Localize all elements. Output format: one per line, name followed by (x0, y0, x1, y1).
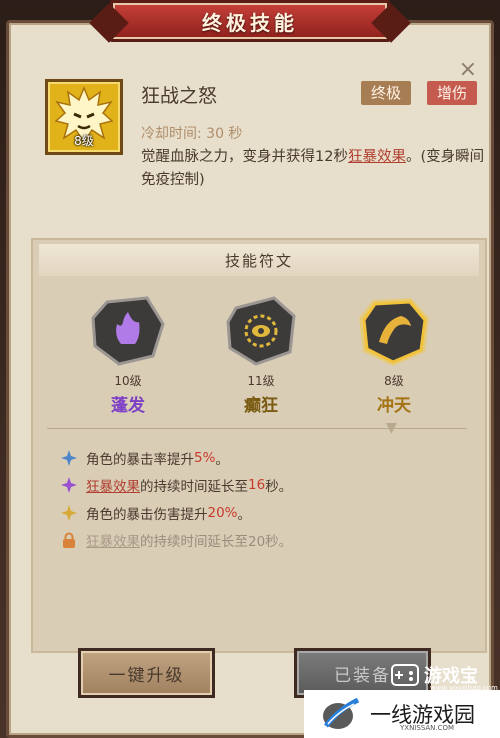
effect-text: 角色的暴击率提升 (86, 452, 194, 468)
rune-level: 8级 (384, 374, 404, 388)
effect-text: 的持续时间延长至 (140, 479, 248, 495)
lock-icon (63, 532, 75, 548)
effect-text-end: 。 (215, 452, 229, 468)
effect-row-3: 角色的暴击伤害提升 20%。 (61, 501, 251, 525)
chevron-down-icon: ▼ (386, 420, 397, 436)
close-icon[interactable]: × (459, 57, 477, 82)
rune-item-2[interactable]: 11级 癫狂 (216, 294, 306, 416)
blue-star-icon (61, 450, 77, 466)
rune-name: 冲天 (377, 396, 411, 416)
effect-value: 5% (194, 450, 216, 466)
rune-name: 蓬发 (111, 396, 145, 416)
effect-text-end: 。 (237, 507, 252, 523)
tag-damage-boost: 增伤 (427, 81, 478, 105)
effect-row-4-locked: 狂暴效果 的持续时间延长至20秒。 (61, 528, 292, 552)
rising-wave-icon (359, 298, 429, 366)
rune-level: 11级 (247, 374, 275, 388)
watermark-sub-text: YXNISSAN.COM (400, 724, 455, 732)
rune-item-1[interactable]: 10级 蓬发 (83, 294, 173, 416)
tag-ultimate: 终极 (361, 81, 412, 105)
effect-text: 角色的暴击伤害提升 (86, 507, 208, 523)
rage-effect-link[interactable]: 狂暴效果 (86, 530, 140, 550)
gamepad-logo-icon (391, 664, 419, 686)
effect-row-1: 角色的暴击率提升 5%。 (61, 446, 229, 470)
effect-row-2: 狂暴效果 的持续时间延长至 16 秒。 (61, 473, 292, 497)
effect-value: 16 (248, 477, 266, 493)
gold-star-icon (61, 505, 77, 521)
skill-name: 狂战之怒 (141, 85, 218, 107)
skill-level: 8级 (74, 134, 94, 148)
golden-eye-icon (226, 296, 296, 366)
skill-icon[interactable]: 8级 (45, 79, 123, 155)
rune-section: 技能符文 10级 蓬发 11级 癫狂 8级 冲天 ▼ 角色的暴击率提升 5% 。… (31, 238, 487, 653)
rune-section-header: 技能符文 (39, 244, 479, 276)
effect-value: 20% (207, 505, 238, 521)
skill-dialog: × 8级 狂战之怒 终极 增伤 冷却时间: 30 秒 觉醒血脉之力，变身并获得1… (6, 20, 494, 738)
effect-text: 的持续时间延长至20秒。 (140, 534, 293, 550)
rage-effect-link[interactable]: 狂暴效果 (348, 149, 406, 165)
skill-description: 觉醒血脉之力，变身并获得12秒狂暴效果。(变身瞬间免疫控制) (141, 146, 486, 192)
rune-name: 癫狂 (244, 396, 278, 416)
yixian-logo-icon (323, 697, 360, 729)
cooldown-text: 冷却时间: 30 秒 (141, 126, 243, 142)
dialog-title-banner: 终极技能 (110, 0, 390, 42)
purple-flame-icon (91, 296, 165, 366)
desc-text-1: 觉醒血脉之力，变身并获得12秒 (141, 149, 348, 165)
purple-star-icon (61, 477, 77, 493)
rage-effect-link[interactable]: 狂暴效果 (86, 475, 140, 495)
rune-level: 10级 (114, 374, 142, 388)
rune-item-3[interactable]: 8级 冲天 (349, 294, 439, 416)
dialog-title: 终极技能 (202, 10, 298, 35)
one-click-upgrade-button[interactable]: 一键升级 (78, 648, 215, 698)
divider (47, 428, 467, 429)
effect-text-end: 秒。 (265, 479, 293, 495)
